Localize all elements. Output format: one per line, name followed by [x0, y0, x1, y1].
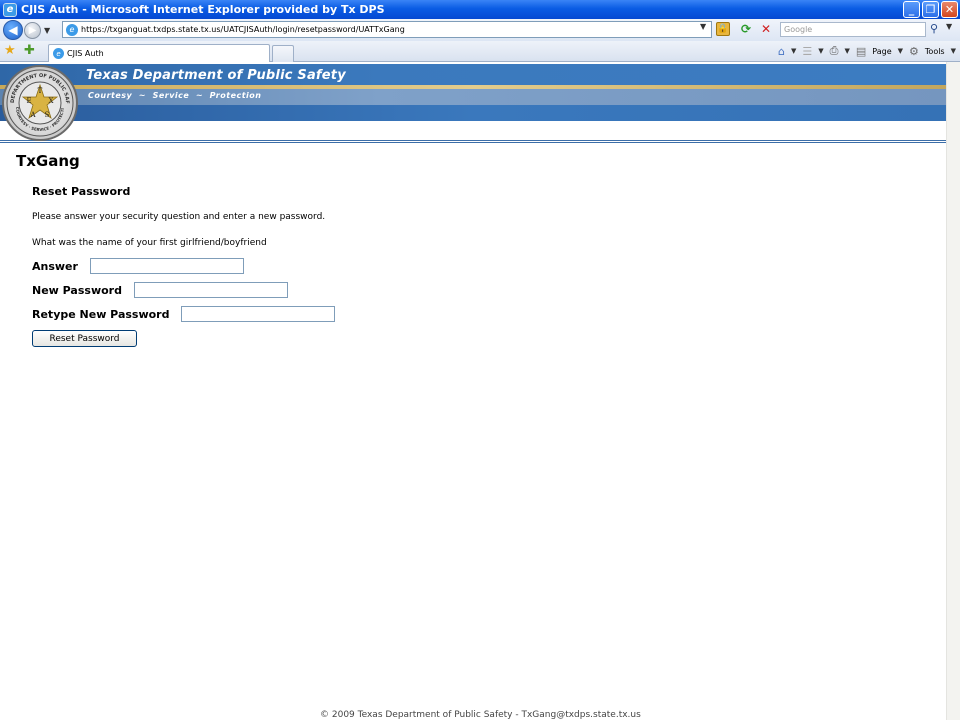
print-dropdown-icon[interactable]: ▼ [844, 47, 849, 55]
dps-banner: Texas Department of Public Safety Courte… [0, 64, 946, 121]
retype-password-row: Retype New Password [32, 306, 336, 322]
security-question: What was the name of your first girlfrie… [32, 238, 267, 248]
new-tab-button[interactable] [272, 45, 294, 62]
new-password-input[interactable] [133, 282, 288, 298]
page-content: Texas Department of Public Safety Courte… [0, 62, 946, 720]
vertical-scrollbar[interactable] [946, 62, 960, 720]
tools-gear-icon: ⚙ [909, 44, 919, 58]
page-dropdown-icon[interactable]: ▼ [898, 47, 903, 55]
feeds-icon[interactable]: ☰ [802, 45, 812, 58]
lock-icon[interactable]: 🔒 [716, 22, 730, 36]
home-icon[interactable]: ⌂ [778, 45, 785, 58]
search-input[interactable]: Google [780, 22, 926, 37]
recent-pages-dropdown-icon[interactable]: ▼ [44, 26, 50, 35]
banner-low-stripe [0, 105, 946, 121]
tools-menu-button[interactable]: Tools [925, 47, 945, 56]
address-input[interactable]: e https://txganguat.txdps.state.tx.us/UA… [62, 21, 712, 38]
add-favorites-icon[interactable]: ✚ [24, 43, 35, 58]
restore-button[interactable]: ❐ [922, 1, 939, 18]
reset-password-button[interactable]: Reset Password [32, 330, 137, 347]
tab-toolbar: ★ ✚ e CJIS Auth ⌂ ▼ ☰ ▼ ⎙ ▼ ▤ Page ▼ ⚙ T… [0, 41, 960, 62]
seal-letter-e: E [26, 97, 31, 105]
minimize-button[interactable]: _ [903, 1, 920, 18]
window-controls: _ ❐ ✕ [903, 1, 958, 18]
address-toolbar: ◀ ▶ ▼ e https://txganguat.txdps.state.tx… [0, 19, 960, 41]
page-icon: e [66, 23, 78, 36]
page-menu-button[interactable]: Page [872, 47, 891, 56]
retype-password-label: Retype New Password [32, 307, 170, 321]
feeds-dropdown-icon[interactable]: ▼ [818, 47, 823, 55]
seal-letter-x: X [49, 97, 54, 105]
stop-icon[interactable]: ✕ [758, 22, 774, 36]
home-dropdown-icon[interactable]: ▼ [791, 47, 796, 55]
section-title: Reset Password [32, 185, 131, 198]
retype-password-input[interactable] [181, 306, 336, 322]
instructions-text: Please answer your security question and… [32, 212, 326, 222]
address-url: https://txganguat.txdps.state.tx.us/UATC… [81, 25, 405, 34]
window-title: CJIS Auth - Microsoft Internet Explorer … [21, 3, 385, 16]
tab-cjis-auth[interactable]: e CJIS Auth [48, 44, 270, 62]
tools-dropdown-icon[interactable]: ▼ [951, 47, 956, 55]
banner-title: Texas Department of Public Safety [86, 68, 346, 83]
footer-copyright: © 2009 Texas Department of Public Safety… [320, 710, 641, 720]
refresh-icon[interactable]: ⟳ [738, 22, 754, 36]
dps-seal-logo: DEPARTMENT OF PUBLIC SAFETY COURTESY · S… [2, 65, 78, 141]
new-password-label: New Password [32, 283, 122, 297]
address-dropdown-icon[interactable]: ▼ [700, 22, 706, 31]
answer-row: Answer [32, 258, 244, 274]
seal-letter-s: S [45, 111, 50, 119]
print-icon[interactable]: ⎙ [830, 44, 839, 58]
tab-label: CJIS Auth [67, 49, 104, 58]
seal-letter-a: A [29, 111, 36, 119]
window-title-bar[interactable]: e CJIS Auth - Microsoft Internet Explore… [0, 0, 960, 19]
banner-divider [0, 140, 946, 143]
command-bar: ⌂ ▼ ☰ ▼ ⎙ ▼ ▤ Page ▼ ⚙ Tools ▼ [778, 44, 956, 58]
answer-label: Answer [32, 259, 78, 273]
favorites-star-icon[interactable]: ★ [4, 43, 16, 58]
tab-page-icon: e [53, 48, 64, 59]
app-title: TxGang [16, 152, 80, 170]
seal-graphic: DEPARTMENT OF PUBLIC SAFETY COURTESY · S… [4, 67, 74, 137]
page-menu-icon: ▤ [855, 44, 867, 58]
search-options-dropdown-icon[interactable]: ▼ [946, 22, 952, 31]
close-button[interactable]: ✕ [941, 1, 958, 18]
answer-input[interactable] [89, 258, 244, 274]
search-icon[interactable]: ⚲ [930, 22, 943, 36]
banner-motto: Courtesy ~ Service ~ Protection [88, 91, 262, 100]
seal-letter-t: T [38, 87, 43, 95]
ie-logo-icon: e [3, 2, 17, 17]
new-password-row: New Password [32, 282, 288, 298]
forward-button[interactable]: ▶ [24, 21, 41, 39]
back-button[interactable]: ◀ [3, 20, 23, 40]
